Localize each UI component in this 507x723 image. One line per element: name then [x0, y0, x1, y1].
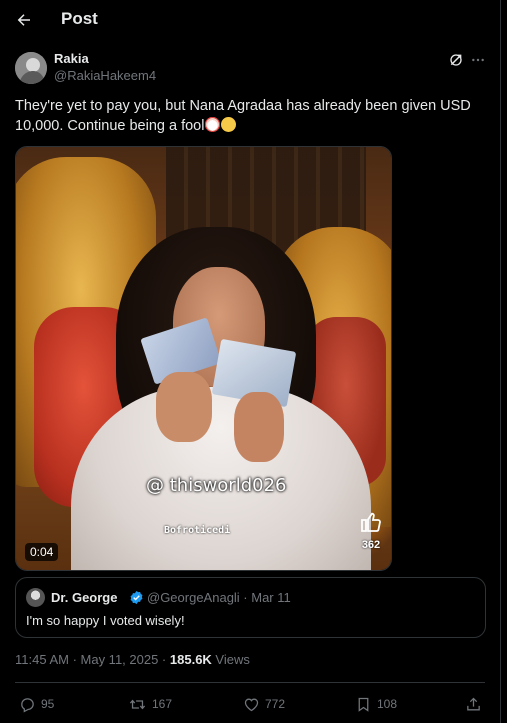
- repost-button[interactable]: 167: [128, 694, 172, 714]
- repost-count: 167: [152, 697, 173, 711]
- quoted-avatar: [26, 588, 45, 607]
- share-button[interactable]: [465, 694, 487, 714]
- reply-count: 95: [41, 697, 55, 711]
- author-name[interactable]: Rakia: [54, 51, 89, 66]
- video-like-count: 362: [361, 539, 381, 551]
- video-hand: [156, 372, 212, 442]
- page-title: Post: [61, 9, 98, 28]
- heart-icon: [244, 698, 259, 711]
- views-count: 185.6K: [169, 652, 212, 667]
- like-count: 772: [265, 697, 286, 711]
- clown-emoji-icon: [205, 117, 221, 132]
- share-icon: [467, 697, 480, 710]
- video-overlay-text: Bofroticedi: [164, 525, 231, 536]
- author-handle[interactable]: @RakiaHakeem4: [54, 68, 156, 83]
- page-header: Post: [0, 0, 500, 40]
- bookmark-icon: [358, 697, 369, 712]
- grok-button[interactable]: [446, 50, 466, 70]
- divider: [15, 682, 485, 683]
- reply-button[interactable]: 95: [19, 694, 54, 714]
- avatar[interactable]: [15, 52, 47, 84]
- quoted-author-name: Dr. George: [51, 590, 118, 605]
- like-button[interactable]: 772: [243, 694, 285, 714]
- repost-icon: [129, 699, 146, 709]
- back-button[interactable]: [8, 4, 40, 36]
- video-hand: [234, 392, 284, 462]
- reply-icon: [21, 697, 34, 712]
- quoted-post[interactable]: Dr. George @GeorgeAnagli · Mar 11 I'm so…: [15, 577, 486, 638]
- more-options-button[interactable]: [468, 50, 488, 70]
- video-player[interactable]: @ thisworld026 Bofroticedi 362 0:04: [15, 146, 392, 571]
- post-page: Post Rakia @RakiaHakeem4 They're yet to …: [0, 0, 501, 723]
- avatar-image: [15, 52, 47, 84]
- tweet-text-body: They're yet to pay you, but Nana Agradaa…: [15, 98, 471, 134]
- bookmark-count: 108: [377, 697, 398, 711]
- more-horizontal-icon: [472, 58, 484, 62]
- video-frame: [16, 147, 391, 570]
- verified-badge-icon: [130, 590, 143, 605]
- bookmark-button[interactable]: 108: [355, 694, 397, 714]
- arrow-left-icon: [17, 14, 30, 26]
- thumbs-up-icon: [361, 512, 381, 532]
- video-duration: 0:04: [25, 543, 59, 561]
- grok-icon: [450, 54, 462, 66]
- quoted-text: I'm so happy I voted wisely!: [26, 613, 185, 628]
- post-timestamp[interactable]: 11:45 AM · May 11, 2025 ·: [15, 652, 170, 667]
- post-meta: 11:45 AM · May 11, 2025 · 185.6K Views: [15, 652, 250, 667]
- views-label: Views: [211, 652, 250, 667]
- laughing-emoji-icon: [221, 117, 237, 132]
- video-watermark: @ thisworld026: [146, 475, 287, 496]
- quoted-handle-date: @GeorgeAnagli · Mar 11: [147, 590, 291, 605]
- tweet-text: They're yet to pay you, but Nana Agradaa…: [15, 96, 490, 136]
